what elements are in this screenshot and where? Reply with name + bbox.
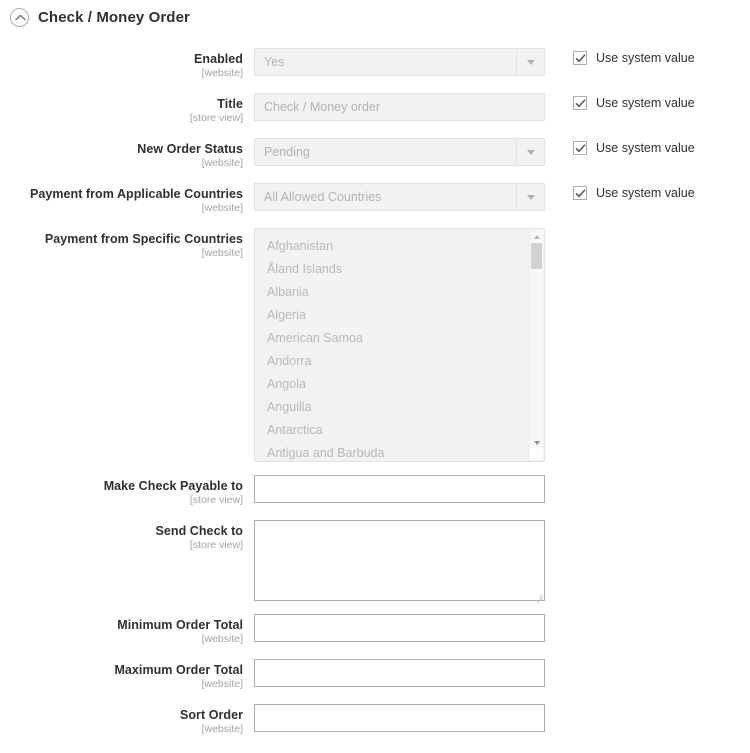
input-title[interactable]: Check / Money order: [254, 93, 545, 121]
select-enabled[interactable]: Yes: [254, 48, 545, 76]
field-control-sort-order: [254, 704, 545, 732]
field-label-enabled: Enabled [website]: [0, 48, 243, 80]
field-row-payment-from-applicable-countries: Payment from Applicable Countries [websit…: [0, 183, 750, 215]
field-label-text: Title: [217, 97, 243, 111]
field-row-title: Title [store view] Check / Money order Use …: [0, 93, 750, 125]
field-scope-text: [website]: [201, 202, 243, 214]
field-control-maximum-order-total: [254, 659, 545, 687]
field-scope-text: [website]: [201, 247, 243, 259]
field-label-title: Title [store view]: [0, 93, 243, 125]
use-system-value-label: Use system value: [596, 141, 695, 155]
field-label-text: Enabled: [194, 52, 243, 66]
section-header[interactable]: Check / Money Order: [0, 0, 750, 29]
field-row-payment-from-specific-countries: Payment from Specific Countries [website]…: [0, 228, 750, 462]
field-scope-text: [website]: [201, 157, 243, 169]
field-scope-text: [website]: [201, 67, 243, 79]
scrollbar-thumb[interactable]: [531, 243, 542, 269]
field-label-text: Sort Order: [179, 708, 243, 722]
use-system-value-payment-from-applicable-countries[interactable]: Use system value: [573, 183, 695, 200]
chevron-down-icon[interactable]: [516, 49, 544, 75]
field-control-enabled: Yes: [254, 48, 545, 76]
scrollbar[interactable]: [529, 230, 543, 460]
use-system-value-enabled[interactable]: Use system value: [573, 48, 695, 65]
field-label-minimum-order-total: Minimum Order Total [website]: [0, 614, 243, 646]
field-scope-text: [website]: [201, 723, 243, 735]
field-label-text: Make Check Payable to: [103, 479, 243, 493]
select-value: All Allowed Countries: [264, 190, 382, 204]
field-row-enabled: Enabled [website] Yes Use system value: [0, 48, 750, 80]
field-row-make-check-payable-to: Make Check Payable to [store view]: [0, 475, 750, 507]
use-system-value-label: Use system value: [596, 96, 695, 110]
use-system-value-checkbox[interactable]: [573, 186, 587, 200]
country-option-list: Afghanistan Åland Islands Albania Algeria Am…: [255, 229, 544, 461]
use-system-value-checkbox[interactable]: [573, 51, 587, 65]
resize-handle-icon[interactable]: [534, 590, 543, 604]
list-item[interactable]: Angola: [255, 373, 544, 396]
field-control-payment-from-specific-countries: Afghanistan Åland Islands Albania Algeria Am…: [254, 228, 545, 462]
field-label-sort-order: Sort Order [website]: [0, 704, 243, 736]
field-label-make-check-payable-to: Make Check Payable to [store view]: [0, 475, 243, 507]
use-system-value-checkbox[interactable]: [573, 96, 587, 110]
use-system-value-new-order-status[interactable]: Use system value: [573, 138, 695, 155]
field-label-text: Payment from Applicable Countries: [29, 187, 243, 201]
field-label-payment-from-applicable-countries: Payment from Applicable Countries [websit…: [0, 183, 243, 215]
select-payment-from-applicable-countries[interactable]: All Allowed Countries: [254, 183, 545, 211]
field-control-new-order-status: Pending: [254, 138, 545, 166]
field-row-new-order-status: New Order Status [website] Pending Use syst…: [0, 138, 750, 170]
field-row-maximum-order-total: Maximum Order Total [website]: [0, 659, 750, 691]
input-minimum-order-total[interactable]: [254, 614, 545, 642]
field-control-send-check-to: [254, 520, 545, 604]
field-label-text: Minimum Order Total: [117, 618, 243, 632]
chevron-up-circle-icon[interactable]: [10, 7, 29, 27]
field-control-make-check-payable-to: [254, 475, 545, 503]
chevron-down-icon[interactable]: [516, 184, 544, 210]
field-label-text: Payment from Specific Countries: [44, 232, 243, 246]
list-item[interactable]: Algeria: [255, 304, 544, 327]
use-system-value-checkbox[interactable]: [573, 141, 587, 155]
field-scope-text: [website]: [201, 678, 243, 690]
field-row-send-check-to: Send Check to [store view]: [0, 520, 750, 604]
list-item[interactable]: Åland Islands: [255, 258, 544, 281]
field-scope-text: [store view]: [189, 494, 243, 506]
field-label-maximum-order-total: Maximum Order Total [website]: [0, 659, 243, 691]
list-item[interactable]: Afghanistan: [255, 235, 544, 258]
chevron-down-icon[interactable]: [516, 139, 544, 165]
use-system-value-label: Use system value: [596, 51, 695, 65]
field-scope-text: [website]: [201, 633, 243, 645]
field-row-minimum-order-total: Minimum Order Total [website]: [0, 614, 750, 646]
field-control-payment-from-applicable-countries: All Allowed Countries: [254, 183, 545, 211]
payment-method-form: Enabled [website] Yes Use system value Title…: [0, 29, 750, 736]
list-item[interactable]: Anguilla: [255, 396, 544, 419]
list-item[interactable]: Antigua and Barbuda: [255, 442, 544, 461]
input-sort-order[interactable]: [254, 704, 545, 732]
field-scope-text: [store view]: [189, 112, 243, 124]
input-maximum-order-total[interactable]: [254, 659, 545, 687]
use-system-value-title[interactable]: Use system value: [573, 93, 695, 110]
multiselect-payment-from-specific-countries[interactable]: Afghanistan Åland Islands Albania Algeria Am…: [254, 228, 545, 462]
field-label-send-check-to: Send Check to [store view]: [0, 520, 243, 552]
textarea-send-check-to[interactable]: [254, 520, 545, 604]
list-item[interactable]: Albania: [255, 281, 544, 304]
field-label-text: New Order Status: [137, 142, 243, 156]
select-value: Yes: [264, 55, 285, 69]
list-item[interactable]: American Samoa: [255, 327, 544, 350]
scroll-down-arrow-icon[interactable]: [530, 437, 543, 448]
field-row-sort-order: Sort Order [website]: [0, 704, 750, 736]
page-title: Check / Money Order: [38, 8, 190, 26]
use-system-value-label: Use system value: [596, 186, 695, 200]
field-label-new-order-status: New Order Status [website]: [0, 138, 243, 170]
field-control-title: Check / Money order: [254, 93, 545, 121]
input-make-check-payable-to[interactable]: [254, 475, 545, 503]
scroll-up-arrow-icon[interactable]: [530, 231, 543, 242]
list-item[interactable]: Andorra: [255, 350, 544, 373]
resize-handle-icon[interactable]: [530, 448, 543, 460]
list-item[interactable]: Antarctica: [255, 419, 544, 442]
field-label-text: Send Check to: [155, 524, 243, 538]
field-label-payment-from-specific-countries: Payment from Specific Countries [website]: [0, 228, 243, 260]
select-new-order-status[interactable]: Pending: [254, 138, 545, 166]
select-value: Pending: [264, 145, 310, 159]
field-label-text: Maximum Order Total: [114, 663, 243, 677]
field-control-minimum-order-total: [254, 614, 545, 642]
field-scope-text: [store view]: [189, 539, 243, 551]
